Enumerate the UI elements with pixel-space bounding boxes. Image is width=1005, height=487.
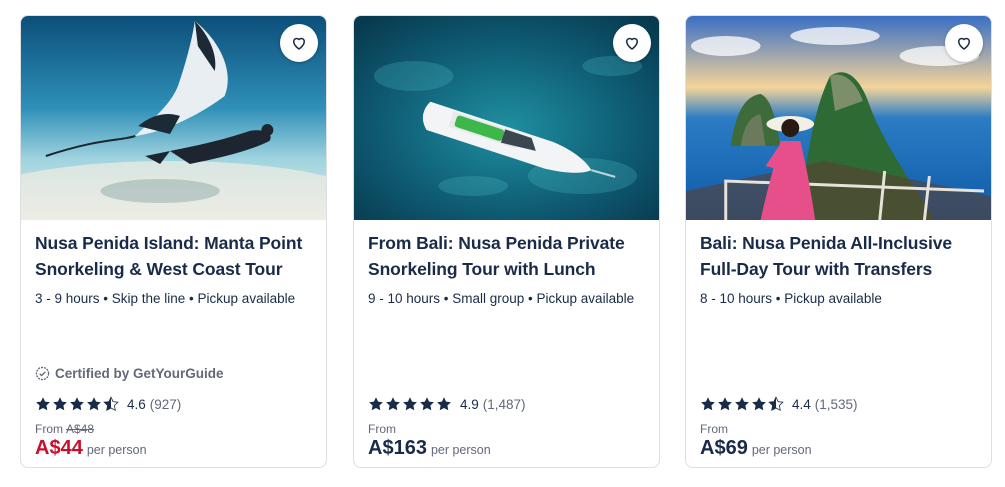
wishlist-button[interactable] (945, 24, 983, 62)
price-from: From (700, 422, 728, 436)
star-full-icon (386, 397, 400, 411)
activity-meta: 9 - 10 hours • Small group • Pickup avai… (368, 291, 635, 306)
from-label: From (368, 422, 396, 436)
star-full-icon (701, 397, 715, 411)
certified-label: Certified by GetYourGuide (55, 366, 224, 381)
activity-card[interactable]: From Bali: Nusa Penida Private Snorkelin… (353, 15, 660, 468)
activity-card-list: Nusa Penida Island: Manta Point Snorkeli… (0, 0, 1005, 487)
activity-card[interactable]: Nusa Penida Island: Manta Point Snorkeli… (20, 15, 327, 468)
from-label: From (700, 422, 728, 436)
activity-card[interactable]: Bali: Nusa Penida All-Inclusive Full-Day… (685, 15, 992, 468)
per-person-label: per person (430, 443, 491, 457)
star-full-icon (718, 397, 732, 411)
certified-badge: Certified by GetYourGuide (35, 366, 224, 381)
wishlist-button[interactable] (280, 24, 318, 62)
manta-ray-snorkel-photo[interactable] (21, 16, 326, 220)
price-amount: A$163 (368, 437, 427, 459)
star-half-icon (103, 396, 119, 412)
activity-title[interactable]: From Bali: Nusa Penida Private Snorkelin… (368, 230, 645, 282)
price: A$163 per person (368, 437, 491, 460)
review-count: (1,487) (482, 396, 526, 412)
review-count: (927) (149, 396, 182, 412)
original-price: A$48 (66, 422, 95, 436)
heart-icon (626, 37, 638, 50)
star-full-icon (53, 397, 67, 411)
review-count: (1,535) (814, 396, 858, 412)
per-person-label: per person (751, 443, 812, 457)
speedboat-ocean-photo[interactable] (354, 16, 659, 220)
star-full-icon (369, 397, 383, 411)
star-half-icon (768, 396, 784, 412)
star-rating (368, 396, 452, 412)
star-full-icon (437, 397, 451, 411)
rating-score: 4.6 (127, 396, 146, 412)
price-from: From (368, 422, 396, 436)
star-rating (35, 396, 119, 412)
star-full-icon (36, 397, 50, 411)
activity-title[interactable]: Bali: Nusa Penida All-Inclusive Full-Day… (700, 230, 977, 282)
rating: 4.6 (927) (35, 396, 181, 412)
heart-icon (958, 37, 970, 50)
price-from: From A$48 (35, 422, 94, 436)
star-full-icon (403, 397, 417, 411)
price-amount: A$69 (700, 437, 748, 459)
activity-meta: 8 - 10 hours • Pickup available (700, 291, 882, 306)
rating-score: 4.4 (792, 396, 811, 412)
heart-icon (293, 37, 305, 50)
star-full-icon (70, 397, 84, 411)
rating: 4.9 (1,487) (368, 396, 526, 412)
cliff-viewpoint-photo[interactable] (686, 16, 991, 220)
rating: 4.4 (1,535) (700, 396, 858, 412)
activity-title[interactable]: Nusa Penida Island: Manta Point Snorkeli… (35, 230, 312, 282)
star-rating (700, 396, 784, 412)
from-label: From (35, 422, 63, 436)
price: A$69 per person (700, 437, 812, 460)
price: A$44 per person (35, 437, 147, 460)
activity-meta: 3 - 9 hours • Skip the line • Pickup ava… (35, 291, 296, 306)
star-full-icon (735, 397, 749, 411)
price-amount: A$44 (35, 437, 83, 459)
rating-score: 4.9 (460, 396, 479, 412)
certified-check-icon (35, 366, 50, 381)
per-person-label: per person (86, 443, 147, 457)
star-full-icon (87, 397, 101, 411)
star-full-icon (420, 397, 434, 411)
wishlist-button[interactable] (613, 24, 651, 62)
star-full-icon (752, 397, 766, 411)
